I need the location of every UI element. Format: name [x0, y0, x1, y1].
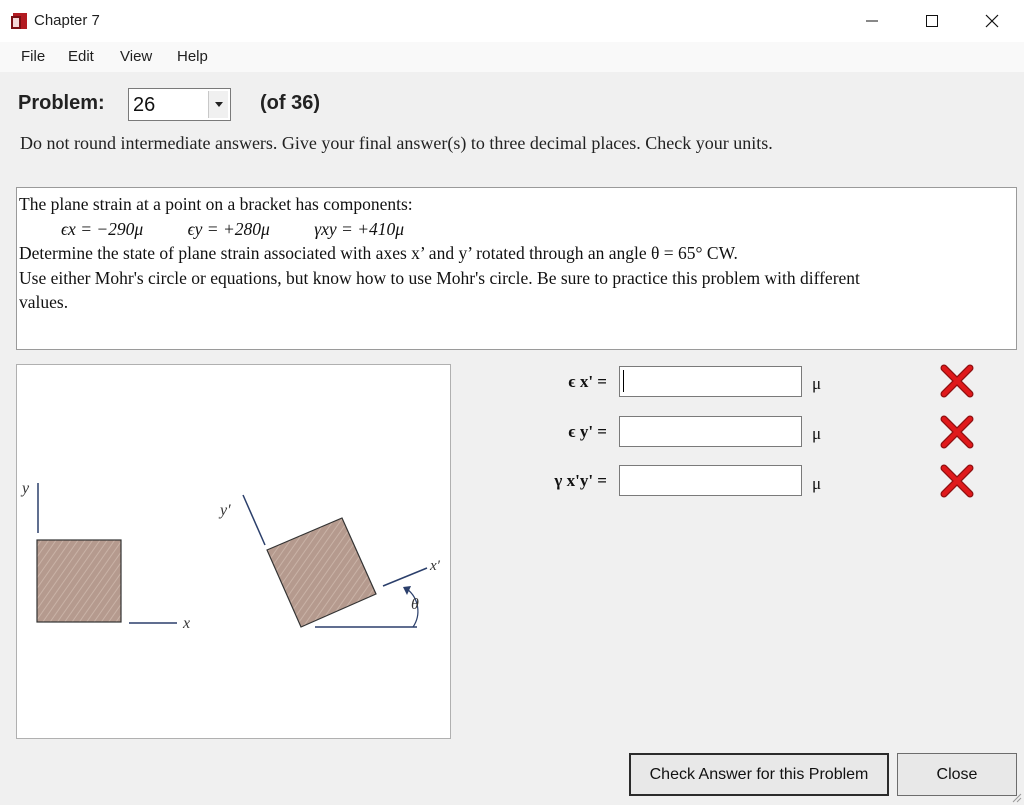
- menu-view[interactable]: View: [120, 48, 152, 65]
- check-answer-button[interactable]: Check Answer for this Problem: [629, 753, 889, 796]
- strain-components: ϵx = −290μ ϵy = +280μ γxy = +410μ: [19, 217, 1014, 242]
- statement-line: The plane strain at a point on a bracket…: [19, 194, 413, 214]
- maximize-button[interactable]: [902, 0, 962, 42]
- maximize-icon: [926, 15, 938, 27]
- angle-arrowhead: [403, 586, 411, 595]
- incorrect-x-icon: [940, 464, 974, 498]
- statement-line: values.: [19, 292, 69, 312]
- theta-label: θ: [411, 596, 419, 613]
- answer-input-ex[interactable]: [619, 366, 802, 397]
- statement-line: Determine the state of plane strain asso…: [19, 243, 738, 263]
- text-cursor: [623, 370, 624, 392]
- title-bar: Chapter 7: [0, 0, 1024, 42]
- resize-grip-icon[interactable]: [1010, 791, 1022, 803]
- menu-bar: File Edit View Help: [0, 42, 1024, 72]
- incorrect-x-icon: [940, 364, 974, 398]
- element-square: [36, 539, 122, 623]
- menu-help[interactable]: Help: [177, 48, 208, 65]
- incorrect-x-icon: [940, 415, 974, 449]
- minimize-icon: [866, 20, 878, 22]
- strain-element-figure: y x y′ x′ θ: [16, 364, 451, 739]
- window-title: Chapter 7: [34, 12, 100, 29]
- answer-unit-gxy: μ: [812, 474, 822, 493]
- strain-ey: ϵy = +280μ: [187, 218, 270, 239]
- answer-label-ex: ϵ x' =: [568, 372, 607, 391]
- menu-edit[interactable]: Edit: [68, 48, 94, 65]
- problem-label: Problem:: [18, 92, 105, 114]
- book-icon: [11, 13, 27, 29]
- y-prime-axis: [242, 494, 266, 546]
- strain-gxy: γxy = +410μ: [314, 218, 405, 239]
- problem-number-select[interactable]: 26: [128, 88, 231, 121]
- statement-line: Use either Mohr's circle or equations, b…: [19, 267, 860, 288]
- answer-label-ey: ϵ y' =: [568, 422, 607, 441]
- figure-drawing: y x y′ x′ θ: [20, 480, 441, 632]
- strain-ex: ϵx = −290μ: [61, 218, 144, 239]
- problem-number-value: 26: [133, 94, 156, 116]
- answer-input-ey[interactable]: [619, 416, 802, 447]
- x-prime-axis: [382, 567, 428, 587]
- menu-file[interactable]: File: [21, 48, 45, 65]
- dropdown-arrow-button[interactable]: [208, 91, 228, 118]
- y-axis-label: y: [20, 480, 30, 497]
- answer-input-gxy[interactable]: [619, 465, 802, 496]
- x-prime-axis-label: x′: [429, 558, 441, 574]
- answer-unit-ex: μ: [812, 374, 822, 393]
- problem-statement: The plane strain at a point on a bracket…: [16, 187, 1017, 350]
- close-icon: [985, 14, 999, 28]
- chevron-down-icon: [214, 102, 223, 107]
- answer-label-gxy: γ x'y' =: [554, 471, 607, 490]
- y-prime-axis-label: y′: [218, 502, 231, 519]
- minimize-button[interactable]: [842, 0, 902, 42]
- answer-unit-ey: μ: [812, 424, 822, 443]
- instructions-text: Do not round intermediate answers. Give …: [20, 133, 773, 153]
- x-axis-label: x: [182, 615, 190, 632]
- close-window-button[interactable]: [962, 0, 1022, 42]
- problem-total-label: (of 36): [260, 92, 320, 114]
- rotated-element-square: [266, 517, 377, 628]
- close-button[interactable]: Close: [897, 753, 1017, 796]
